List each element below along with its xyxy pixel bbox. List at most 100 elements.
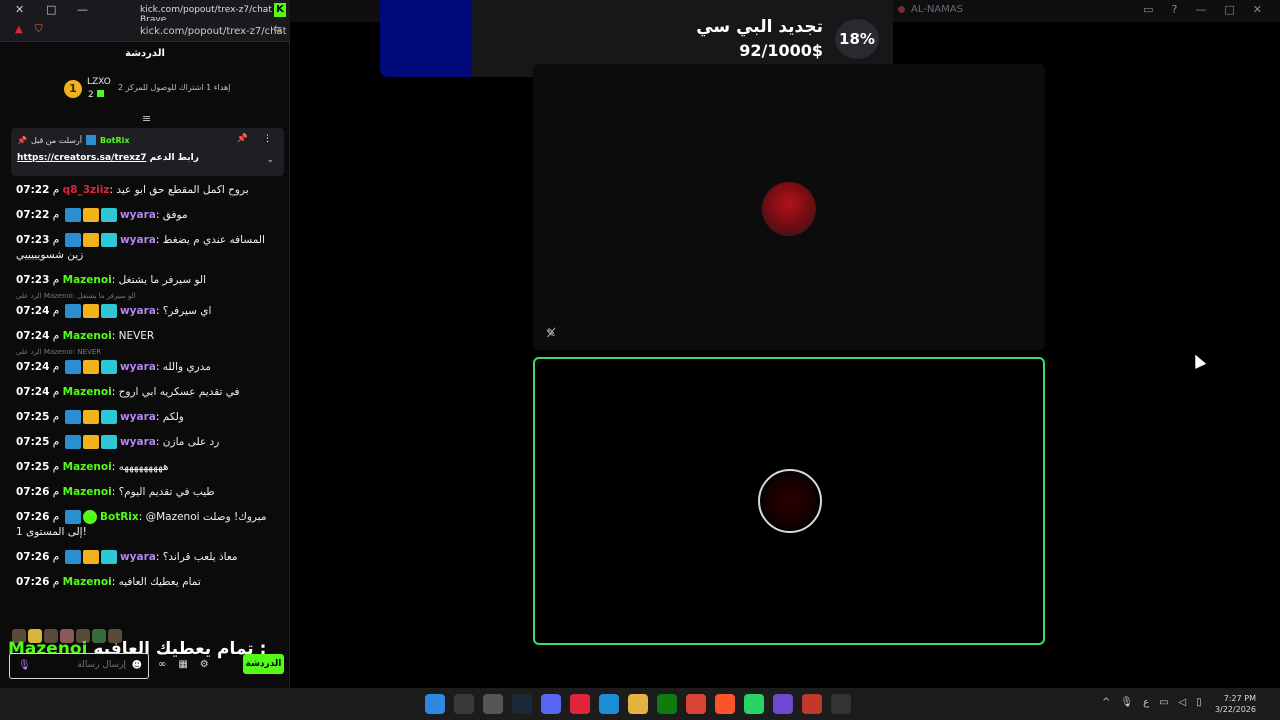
chat-message[interactable]: 07:23 م Mazenoi: الو سيرفر ما يشتغل <box>16 273 278 288</box>
og-badge-icon <box>100 410 117 424</box>
reply-context[interactable]: الرد على Mazenoi: NEVER <box>16 348 278 356</box>
maximize-button[interactable]: □ <box>1224 3 1234 16</box>
brave-shield-icon[interactable]: ⛉ <box>35 24 43 35</box>
pinned-message[interactable]: 📌 أرسلت من قبل BotRix https://creators.s… <box>11 128 284 176</box>
message-username[interactable]: wyara <box>120 551 156 563</box>
popup-titlebar: ✕ □ — kick.com/popout/trex-z7/chat - Bra… <box>0 0 290 25</box>
start-icon[interactable] <box>425 694 445 714</box>
language-indicator[interactable]: ع <box>1143 697 1149 708</box>
apps-grid-icon[interactable] <box>773 694 793 714</box>
brave-active-icon[interactable] <box>802 694 822 714</box>
send-chat-button[interactable]: الدردشة <box>243 654 284 674</box>
discord-icon[interactable] <box>541 694 561 714</box>
chat-popup-window: ✕ □ — kick.com/popout/trex-z7/chat - Bra… <box>0 0 290 688</box>
search-icon[interactable] <box>454 694 474 714</box>
xbox-icon[interactable] <box>657 694 677 714</box>
chat-input[interactable] <box>32 660 126 670</box>
chevron-up-icon[interactable]: ^ <box>1102 697 1110 708</box>
message-time: 07:23 <box>16 234 50 246</box>
message-username[interactable]: wyara <box>120 234 156 246</box>
battery-icon[interactable]: ▯ <box>1196 697 1202 708</box>
unpin-icon[interactable]: 📌 <box>237 134 248 144</box>
participant-tile-2-speaking[interactable] <box>533 357 1045 645</box>
close-button[interactable]: ✕ <box>1253 3 1262 16</box>
message-username[interactable]: wyara <box>120 436 156 448</box>
hammer-badge-icon <box>64 410 81 424</box>
chat-message[interactable]: 07:24 م wyara: اي سيرفر؟ <box>16 304 278 319</box>
message-username[interactable]: q8_3ziiz <box>63 184 110 196</box>
chat-message[interactable]: 07:22 م wyara: موفق <box>16 208 278 223</box>
whatsapp-icon[interactable] <box>744 694 764 714</box>
message-text: NEVER <box>118 330 155 342</box>
steam-icon[interactable] <box>512 694 532 714</box>
chat-message[interactable]: 07:26 م wyara: معاذ يلعب قراند؟ <box>16 550 278 565</box>
chat-message[interactable]: 07:22 م q8_3ziiz: بروح اكمل المقطع حق اب… <box>16 183 278 198</box>
og-badge-icon <box>100 304 117 318</box>
more-options-icon[interactable]: ⋮ <box>263 134 272 144</box>
chat-input-box[interactable]: 🎙 ☻ <box>9 653 149 679</box>
help-icon[interactable]: ? <box>1172 3 1178 16</box>
chat-message[interactable]: 07:26 م Mazenoi: طيب في تقديم اليوم؟ <box>16 485 278 500</box>
message-username[interactable]: Mazenoi <box>63 576 112 588</box>
volume-icon[interactable]: ◁ <box>1179 697 1187 708</box>
chat-message[interactable]: 07:24 م wyara: مدري والله <box>16 360 278 375</box>
network-icon[interactable]: ▭ <box>1159 697 1168 708</box>
message-username[interactable]: Mazenoi <box>63 486 112 498</box>
message-time: 07:24 <box>16 361 50 373</box>
message-username[interactable]: wyara <box>120 209 156 221</box>
chat-message[interactable]: 07:23 م wyara: المسافه عندي م يضغط زين ش… <box>16 233 278 263</box>
chat-message[interactable]: 07:24 م Mazenoi: في تقديم عسكريه ابي ارو… <box>16 385 278 400</box>
message-username[interactable]: wyara <box>120 411 156 423</box>
maximize-button[interactable]: □ <box>46 3 56 16</box>
obs-icon[interactable] <box>831 694 851 714</box>
participant-tile-1[interactable]: ✎̸ <box>533 64 1045 350</box>
url-text[interactable]: kick.com/popout/trex-z7/chat <box>140 26 287 37</box>
task-view-icon[interactable] <box>483 694 503 714</box>
message-username[interactable]: Mazenoi <box>63 330 112 342</box>
chat-header: الدردشة <box>125 48 165 59</box>
message-username[interactable]: BotRix <box>100 511 139 523</box>
infinity-icon[interactable]: ∞ <box>158 659 166 670</box>
reply-context[interactable]: الرد على Mazenoi: الو سيرفر ما يشتغل <box>16 292 278 300</box>
edge-icon[interactable] <box>599 694 619 714</box>
clock[interactable]: 7:27 PM 3/22/2026 <box>1215 693 1256 715</box>
chat-message-list: 07:22 م q8_3ziiz: بروح اكمل المقطع حق اب… <box>16 183 278 600</box>
cast-icon[interactable]: ▭ <box>1143 3 1153 16</box>
chevron-down-icon[interactable]: ⌄ <box>266 155 274 165</box>
gift-sub-text: إهداء 1 اشتراك للوصول للمركز 2 <box>118 83 231 92</box>
mic-tray-icon[interactable]: 🎙 <box>1120 697 1133 708</box>
leader-score: 2 <box>88 90 104 100</box>
crown-badge-icon <box>82 233 99 247</box>
voicemod-icon[interactable] <box>570 694 590 714</box>
message-username[interactable]: wyara <box>120 305 156 317</box>
message-username[interactable]: Mazenoi <box>63 274 112 286</box>
chrome-icon[interactable] <box>686 694 706 714</box>
message-username[interactable]: wyara <box>120 361 156 373</box>
settings-icon[interactable]: ⚙ <box>200 659 209 670</box>
chat-message[interactable]: 07:25 م Mazenoi: هههههههههه <box>16 460 278 475</box>
chat-message[interactable]: 07:25 م wyara: ولكم <box>16 410 278 425</box>
chat-message[interactable]: 07:26 م Mazenoi: تمام يعطيك العافيه <box>16 575 278 590</box>
mic-icon[interactable]: 🎙 <box>18 660 31 671</box>
file-explorer-icon[interactable] <box>628 694 648 714</box>
message-time: 07:24 <box>16 330 50 342</box>
message-time: 07:25 <box>16 461 50 473</box>
message-time: 07:26 <box>16 511 50 523</box>
minimize-button[interactable]: — <box>77 3 88 16</box>
message-username[interactable]: Mazenoi <box>63 386 112 398</box>
leaderboard[interactable]: 1 LZXO 2 إهداء 1 اشتراك للوصول للمركز 2 <box>0 70 290 110</box>
chat-message[interactable]: 07:25 م wyara: رد على مازن <box>16 435 278 450</box>
minimize-button[interactable]: — <box>1195 3 1206 16</box>
filter-icon[interactable]: ≡ <box>142 112 151 125</box>
chat-message[interactable]: 07:26 م BotRix: @Mazenoi مبروك! وصلت إلى… <box>16 510 278 540</box>
brave-icon[interactable] <box>715 694 735 714</box>
emoji-icon[interactable]: ☻ <box>132 660 142 671</box>
message-username[interactable]: Mazenoi <box>63 461 112 473</box>
gift-box-icon[interactable]: ▦ <box>178 659 187 670</box>
close-button[interactable]: ✕ <box>15 3 24 16</box>
pinned-link[interactable]: https://creators.sa/trexz7 رابط الدعم <box>17 153 199 163</box>
message-time: 07:26 <box>16 551 50 563</box>
share-icon[interactable]: ⇆ <box>274 24 282 35</box>
address-bar[interactable]: ▲ ⛉ kick.com/popout/trex-z7/chat ⇆ <box>0 21 290 42</box>
chat-message[interactable]: 07:24 م Mazenoi: NEVER <box>16 329 278 344</box>
